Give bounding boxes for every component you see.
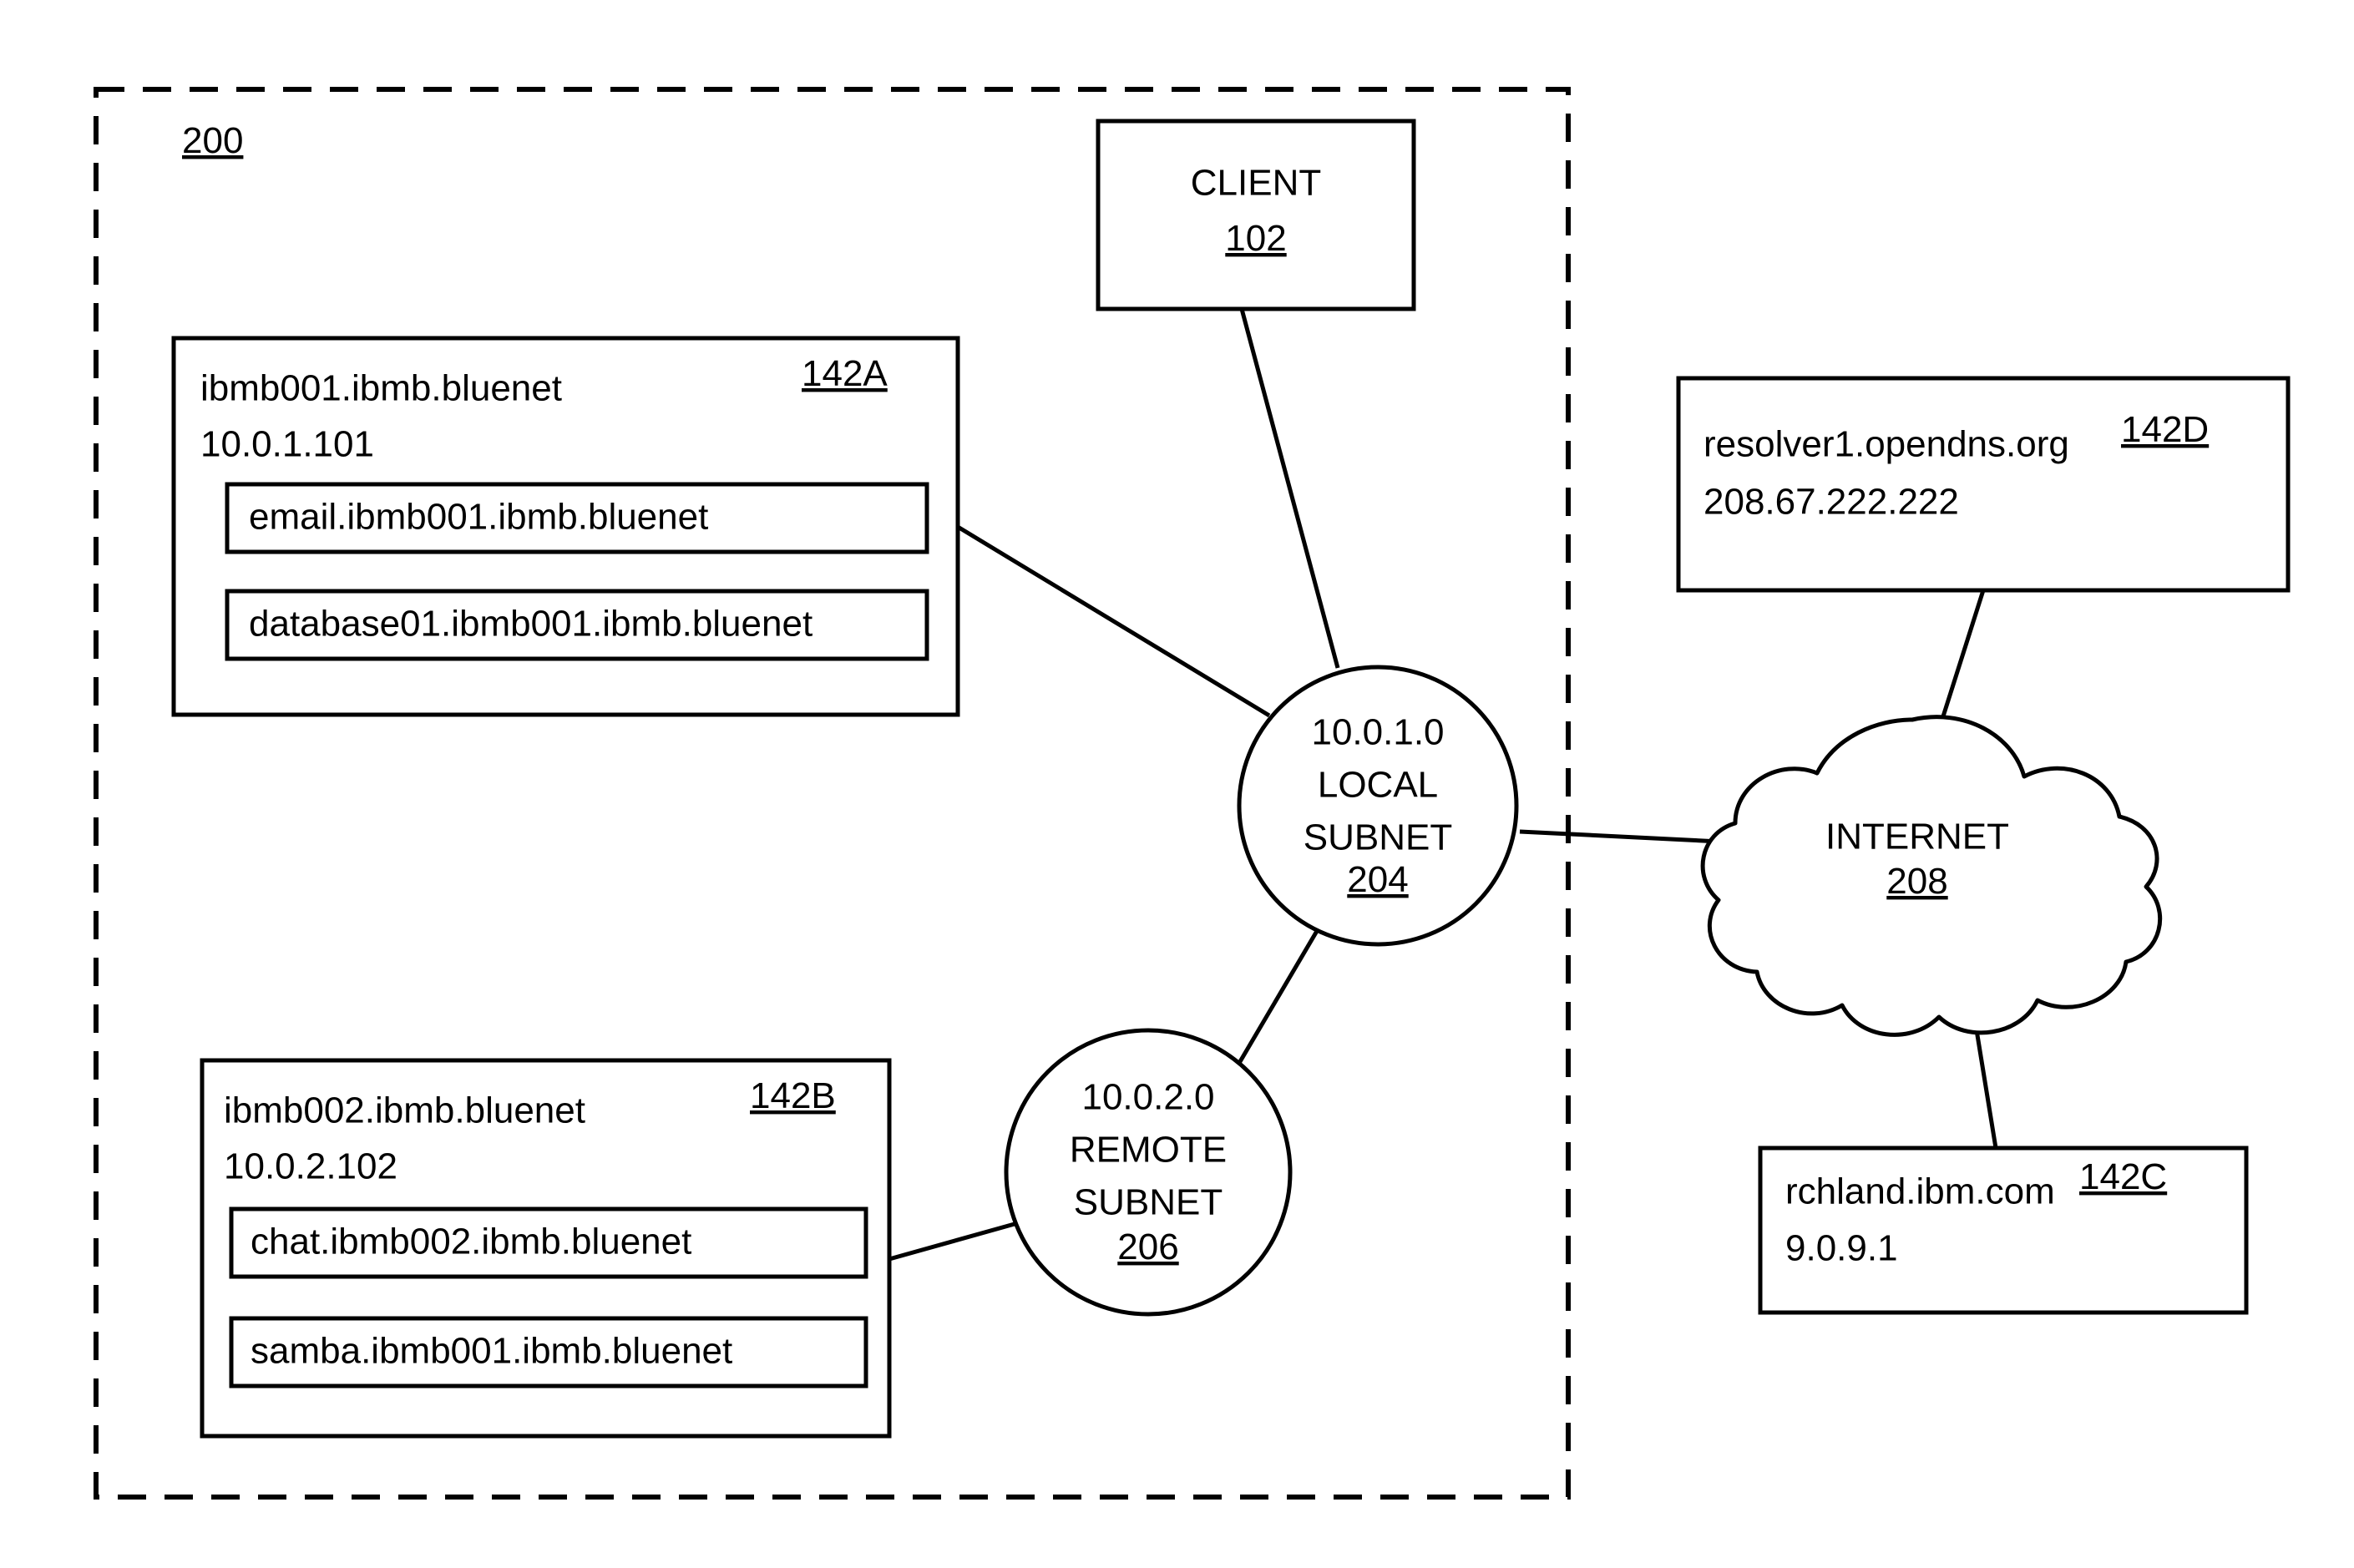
- client-label: CLIENT: [1191, 163, 1321, 204]
- external-host-142d-hostname: resolver1.opendns.org: [1703, 424, 2069, 465]
- host-142b-ref: 142B: [750, 1075, 836, 1116]
- subnet-206-line2: SUBNET: [1074, 1182, 1223, 1223]
- host-142b-hostname: ibmb002.ibmb.bluenet: [224, 1090, 585, 1131]
- subnet-204-line2: SUBNET: [1304, 817, 1452, 858]
- client-ref: 102: [1225, 218, 1286, 259]
- link-resolver-142d-to-internet: [1935, 589, 1986, 736]
- host-142b-ip: 10.0.2.102: [224, 1146, 397, 1187]
- external-host-142d-ref: 142D: [2121, 409, 2209, 450]
- subnet-206-line1: REMOTE: [1070, 1130, 1227, 1171]
- service-label-142b-1: samba.ibmb001.ibmb.bluenet: [251, 1331, 732, 1372]
- subnet-circle-204[interactable]: [1237, 665, 1519, 947]
- figure-boundary-ref: 200: [182, 120, 243, 161]
- link-client-to-local-subnet: [1239, 308, 1340, 669]
- subnet-204-line1: LOCAL: [1318, 765, 1438, 806]
- link-host-142a-to-local-subnet: [956, 524, 1271, 718]
- external-host-142c-ref: 142C: [2079, 1156, 2167, 1197]
- service-label-142a-0: email.ibmb001.ibmb.bluenet: [249, 497, 708, 538]
- external-host-142d-ip: 208.67.222.222: [1703, 482, 1959, 523]
- host-142a-ref: 142A: [802, 353, 888, 394]
- subnet-206-ref: 206: [1117, 1227, 1178, 1267]
- subnet-204-ref: 204: [1347, 859, 1408, 900]
- link-host-142b-to-remote-subnet: [888, 1220, 1021, 1262]
- external-host-142c-ip: 9.0.9.1: [1785, 1228, 1898, 1269]
- network-diagram: CLIENT 102 ibmb001.ibmb.bluenet 142A 10.…: [94, 87, 2291, 1500]
- service-label-142a-1: database01.ibmb001.ibmb.bluenet: [249, 604, 813, 645]
- host-142a-ip: 10.0.1.101: [200, 424, 374, 465]
- internet-ref: 208: [1886, 861, 1947, 902]
- client-box[interactable]: [1096, 119, 1416, 311]
- external-host-142c-hostname: rchland.ibm.com: [1785, 1171, 2055, 1212]
- figure-canvas: CLIENT 102 ibmb001.ibmb.bluenet 142A 10.…: [0, 0, 2354, 1568]
- subnet-204-network: 10.0.1.0: [1311, 712, 1444, 753]
- subnet-206-network: 10.0.2.0: [1081, 1077, 1214, 1118]
- internet-label: INTERNET: [1825, 817, 2009, 857]
- subnet-circle-206[interactable]: [1004, 1028, 1293, 1317]
- link-local-subnet-to-remote-subnet: [1233, 925, 1322, 1070]
- service-label-142b-0: chat.ibmb002.ibmb.bluenet: [251, 1222, 691, 1262]
- host-142a-hostname: ibmb001.ibmb.bluenet: [200, 368, 562, 409]
